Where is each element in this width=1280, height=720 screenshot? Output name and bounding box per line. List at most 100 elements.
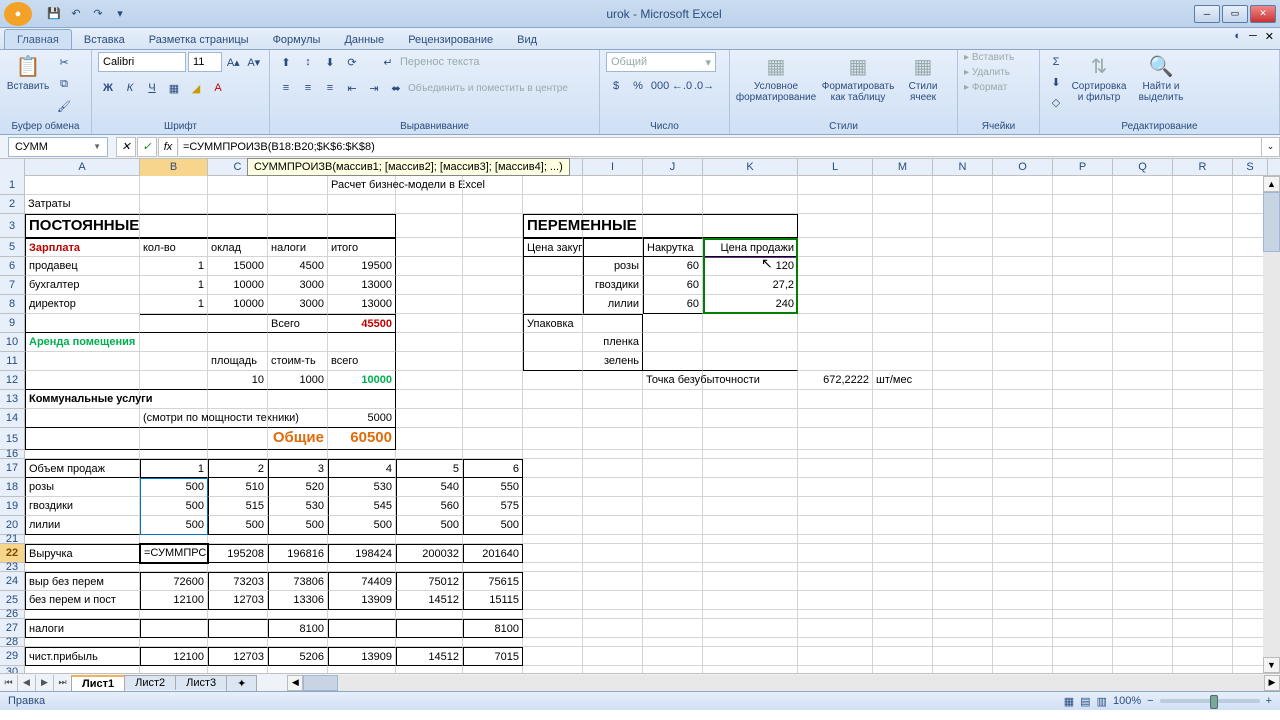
cell-R18[interactable] [1173, 478, 1233, 497]
cell-I5[interactable] [583, 238, 643, 257]
cell-E6[interactable]: 19500 [328, 257, 396, 276]
cell-Q13[interactable] [1113, 390, 1173, 409]
cell-F11[interactable] [396, 352, 463, 371]
cell-O22[interactable] [993, 544, 1053, 563]
cell-C29[interactable]: 12703 [208, 647, 268, 666]
increase-font-icon[interactable]: A▴ [224, 52, 243, 72]
cell-O29[interactable] [993, 647, 1053, 666]
cell-B20[interactable]: 500 [140, 516, 208, 535]
cell-E1[interactable]: Расчет бизнес-модели в Excel [328, 176, 396, 195]
font-size-select[interactable] [188, 52, 222, 72]
cell-H7[interactable] [523, 276, 583, 295]
formula-input[interactable] [179, 137, 1262, 157]
cell-Q25[interactable] [1113, 591, 1173, 610]
cell-E17[interactable]: 4 [328, 459, 396, 478]
cell-D18[interactable]: 520 [268, 478, 328, 497]
cell-O19[interactable] [993, 497, 1053, 516]
cell-P1[interactable] [1053, 176, 1113, 195]
cell-G9[interactable] [463, 314, 523, 333]
cell-H14[interactable] [523, 409, 583, 428]
cell-L9[interactable] [798, 314, 873, 333]
cell-E26[interactable] [328, 610, 396, 619]
cell-B25[interactable]: 12100 [140, 591, 208, 610]
tab-home[interactable]: Главная [4, 29, 72, 49]
cell-F2[interactable] [396, 195, 463, 214]
cell-F27[interactable] [396, 619, 463, 638]
cell-A5[interactable]: Зарплата [25, 238, 140, 257]
cell-E15[interactable]: 60500 [328, 428, 396, 450]
cell-M27[interactable] [873, 619, 933, 638]
cell-D29[interactable]: 5206 [268, 647, 328, 666]
cell-L19[interactable] [798, 497, 873, 516]
cell-E22[interactable]: 198424 [328, 544, 396, 563]
cell-H15[interactable] [523, 428, 583, 450]
cell-Q15[interactable] [1113, 428, 1173, 450]
cell-J15[interactable] [643, 428, 703, 450]
cell-K14[interactable] [703, 409, 798, 428]
cell-H25[interactable] [523, 591, 583, 610]
cell-B9[interactable] [140, 314, 208, 333]
ribbon-minimize-icon[interactable]: ─ [1249, 30, 1257, 43]
cell-R12[interactable] [1173, 371, 1233, 390]
cell-C16[interactable] [208, 450, 268, 459]
currency-icon[interactable]: $ [606, 76, 626, 96]
cell-G11[interactable] [463, 352, 523, 371]
cell-Q24[interactable] [1113, 572, 1173, 591]
cell-K26[interactable] [703, 610, 798, 619]
cell-I10[interactable]: пленка [583, 333, 643, 352]
cell-L23[interactable] [798, 563, 873, 572]
cell-B17[interactable]: 1 [140, 459, 208, 478]
cell-R24[interactable] [1173, 572, 1233, 591]
cell-L22[interactable] [798, 544, 873, 563]
cell-M28[interactable] [873, 638, 933, 647]
cell-B27[interactable] [140, 619, 208, 638]
cell-M7[interactable] [873, 276, 933, 295]
column-header-L[interactable]: L [798, 159, 873, 176]
cell-D13[interactable] [268, 390, 328, 409]
active-cell-b22[interactable]: =СУММПРС [139, 543, 209, 564]
cell-C13[interactable] [208, 390, 268, 409]
row-header-30[interactable]: 30 [0, 666, 25, 673]
cell-P10[interactable] [1053, 333, 1113, 352]
row-header-14[interactable]: 14 [0, 409, 25, 428]
cell-H23[interactable] [523, 563, 583, 572]
redo-icon[interactable]: ↷ [90, 6, 106, 22]
cell-A26[interactable] [25, 610, 140, 619]
cell-C20[interactable]: 500 [208, 516, 268, 535]
cell-H20[interactable] [523, 516, 583, 535]
cell-C19[interactable]: 515 [208, 497, 268, 516]
row-header-23[interactable]: 23 [0, 563, 25, 572]
cell-R5[interactable] [1173, 238, 1233, 257]
cell-G20[interactable]: 500 [463, 516, 523, 535]
cell-K7[interactable]: 27,2 [703, 276, 798, 295]
cell-D7[interactable]: 3000 [268, 276, 328, 295]
decrease-font-icon[interactable]: A▾ [245, 52, 264, 72]
cell-R13[interactable] [1173, 390, 1233, 409]
cell-M18[interactable] [873, 478, 933, 497]
conditional-format-button[interactable]: ▦Условное форматирование [736, 52, 816, 105]
cell-J28[interactable] [643, 638, 703, 647]
maximize-button[interactable]: ▭ [1222, 5, 1248, 23]
cell-Q2[interactable] [1113, 195, 1173, 214]
cell-L12[interactable]: 672,2222 [798, 371, 873, 390]
autosum-icon[interactable]: Σ [1046, 52, 1066, 72]
format-cells-button[interactable]: ▸ Формат [964, 82, 1007, 93]
cell-K1[interactable] [703, 176, 798, 195]
cell-P28[interactable] [1053, 638, 1113, 647]
cell-I27[interactable] [583, 619, 643, 638]
cell-K29[interactable] [703, 647, 798, 666]
cell-M26[interactable] [873, 610, 933, 619]
cell-O1[interactable] [993, 176, 1053, 195]
cell-G25[interactable]: 15115 [463, 591, 523, 610]
scroll-right-icon[interactable]: ▶ [1264, 675, 1280, 691]
cell-O23[interactable] [993, 563, 1053, 572]
cell-F23[interactable] [396, 563, 463, 572]
column-header-M[interactable]: M [873, 159, 933, 176]
horizontal-scrollbar[interactable]: ◀ ▶ [287, 675, 1280, 691]
cell-G18[interactable]: 550 [463, 478, 523, 497]
row-header-6[interactable]: 6 [0, 257, 25, 276]
dec-decimal-icon[interactable]: .0→ [694, 76, 714, 96]
cell-M1[interactable] [873, 176, 933, 195]
cell-J12[interactable]: Точка безубыточности [643, 371, 703, 390]
worksheet-grid[interactable]: ABCDEFGHIJKLMNOPQRS 1Расчет бизнес-модел… [0, 159, 1280, 673]
